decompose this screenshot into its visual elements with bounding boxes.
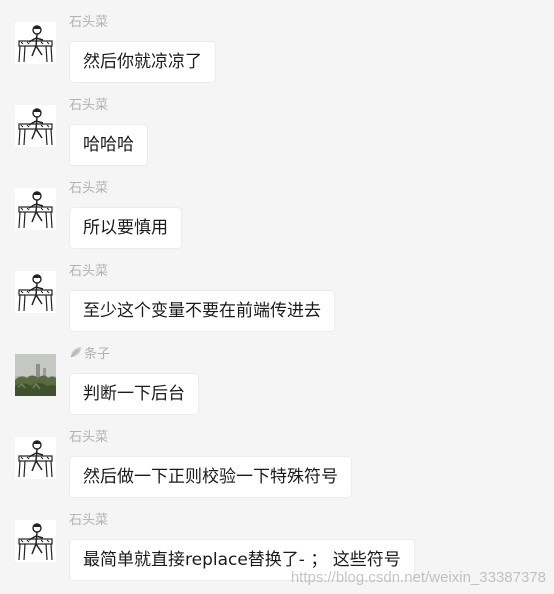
message-bubble[interactable]: 然后做一下正则校验一下特殊符号 (69, 456, 352, 498)
message-bubble[interactable]: 判断一下后台 (69, 373, 199, 415)
sketch-avatar-icon[interactable] (15, 105, 56, 147)
message-row: 石头菜 至少这个变量不要在前端传进去 (0, 249, 554, 332)
message-row: 石头菜 然后你就凉凉了 (0, 0, 554, 83)
sender-name: 石头菜 (69, 181, 109, 196)
message-row: 石头菜 最简单就直接replace替换了- ； 这些符号 (0, 498, 554, 581)
message-row: 石头菜 哈哈哈 (0, 83, 554, 166)
message-row: 条子 判断一下后台 (0, 332, 554, 415)
message-bubble[interactable]: 哈哈哈 (69, 124, 148, 166)
sender-name: 石头菜 (69, 264, 109, 279)
sketch-avatar-icon-svg (15, 437, 56, 479)
sender-name: 石头菜 (69, 430, 109, 445)
photo-avatar-icon-svg (15, 354, 56, 396)
chat-window: 石头菜 然后你就凉凉了 石头菜 哈哈哈 石头菜 所以要慎用 石头菜 至少这个变量… (0, 0, 554, 594)
sketch-avatar-icon-svg (15, 22, 56, 64)
photo-avatar-icon[interactable] (15, 354, 56, 396)
message-row: 石头菜 然后做一下正则校验一下特殊符号 (0, 415, 554, 498)
sketch-avatar-icon[interactable] (15, 188, 56, 230)
leaf-icon (70, 347, 81, 358)
message-row: 石头菜 所以要慎用 (0, 166, 554, 249)
sketch-avatar-icon-svg (15, 188, 56, 230)
sketch-avatar-icon[interactable] (15, 271, 56, 313)
sender-name: 条子 (84, 347, 111, 362)
sender-name: 石头菜 (69, 98, 109, 113)
message-bubble[interactable]: 然后你就凉凉了 (69, 41, 216, 83)
message-bubble[interactable]: 至少这个变量不要在前端传进去 (69, 290, 335, 332)
sketch-avatar-icon-svg (15, 105, 56, 147)
sketch-avatar-icon[interactable] (15, 520, 56, 562)
sketch-avatar-icon-svg (15, 271, 56, 313)
sketch-avatar-icon[interactable] (15, 437, 56, 479)
sketch-avatar-icon-svg (15, 520, 56, 562)
message-bubble[interactable]: 所以要慎用 (69, 207, 182, 249)
sketch-avatar-icon[interactable] (15, 22, 56, 64)
sender-name: 石头菜 (69, 513, 109, 528)
sender-name-row: 条子 (69, 346, 110, 364)
sender-name: 石头菜 (69, 15, 109, 30)
message-bubble[interactable]: 最简单就直接replace替换了- ； 这些符号 (69, 539, 415, 581)
